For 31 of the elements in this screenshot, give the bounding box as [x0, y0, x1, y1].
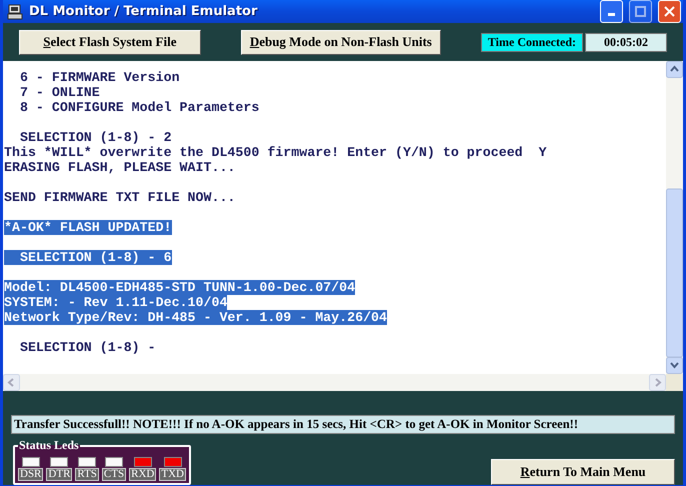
- minimize-button[interactable]: [600, 0, 623, 23]
- scrollbar-corner: [666, 374, 683, 391]
- led-label: TXD: [159, 468, 186, 481]
- terminal-line: 8 - CONFIGURE Model Parameters: [18, 100, 260, 115]
- led-label: DTR: [46, 468, 72, 481]
- led-label: DSR: [18, 468, 44, 481]
- time-connected-value: 00:05:02: [585, 32, 667, 52]
- select-flash-file-button[interactable]: Select Flash System File: [19, 30, 201, 54]
- return-main-menu-button[interactable]: Return To Main Menu: [491, 459, 675, 485]
- status-message: Transfer Successfull!! NOTE!!! If no A-OK appears in 15 secs, Hit <CR> to get A-OK in Monitor Screen!!: [11, 415, 675, 434]
- terminal-line: SELECTION (1-8) - 2: [18, 130, 172, 145]
- terminal-line: 6 - FIRMWARE Version: [18, 70, 180, 85]
- terminal-line: ERASING FLASH, PLEASE WAIT...: [4, 160, 236, 175]
- vertical-scrollbar[interactable]: [666, 61, 683, 374]
- time-connected-label: Time Connected:: [480, 32, 583, 52]
- led-label: CTS: [102, 468, 126, 481]
- led-label: RTS: [75, 468, 99, 481]
- terminal-line: 7 - ONLINE: [18, 85, 100, 100]
- terminal-line: SELECTION (1-8) -: [18, 340, 156, 355]
- maximize-icon: [635, 6, 646, 17]
- terminal-line: SEND FIRMWARE TXT FILE NOW...: [4, 190, 236, 205]
- debug-mode-button[interactable]: Debug Mode on Non-Flash Units: [240, 30, 441, 54]
- led-label: RXD: [129, 468, 156, 481]
- window-title: DL Monitor / Terminal Emulator: [29, 4, 258, 19]
- status-leds-title: Status Leds: [18, 438, 80, 453]
- terminal-line: This *WILL* overwrite the DL4500 firmware! Enter (Y/N) to proceed Y: [4, 145, 547, 160]
- close-button[interactable]: [658, 0, 681, 23]
- maximize-button[interactable]: [629, 0, 652, 23]
- horizontal-scrollbar[interactable]: [3, 374, 666, 391]
- close-icon: [664, 6, 675, 17]
- computer-icon: [7, 4, 23, 20]
